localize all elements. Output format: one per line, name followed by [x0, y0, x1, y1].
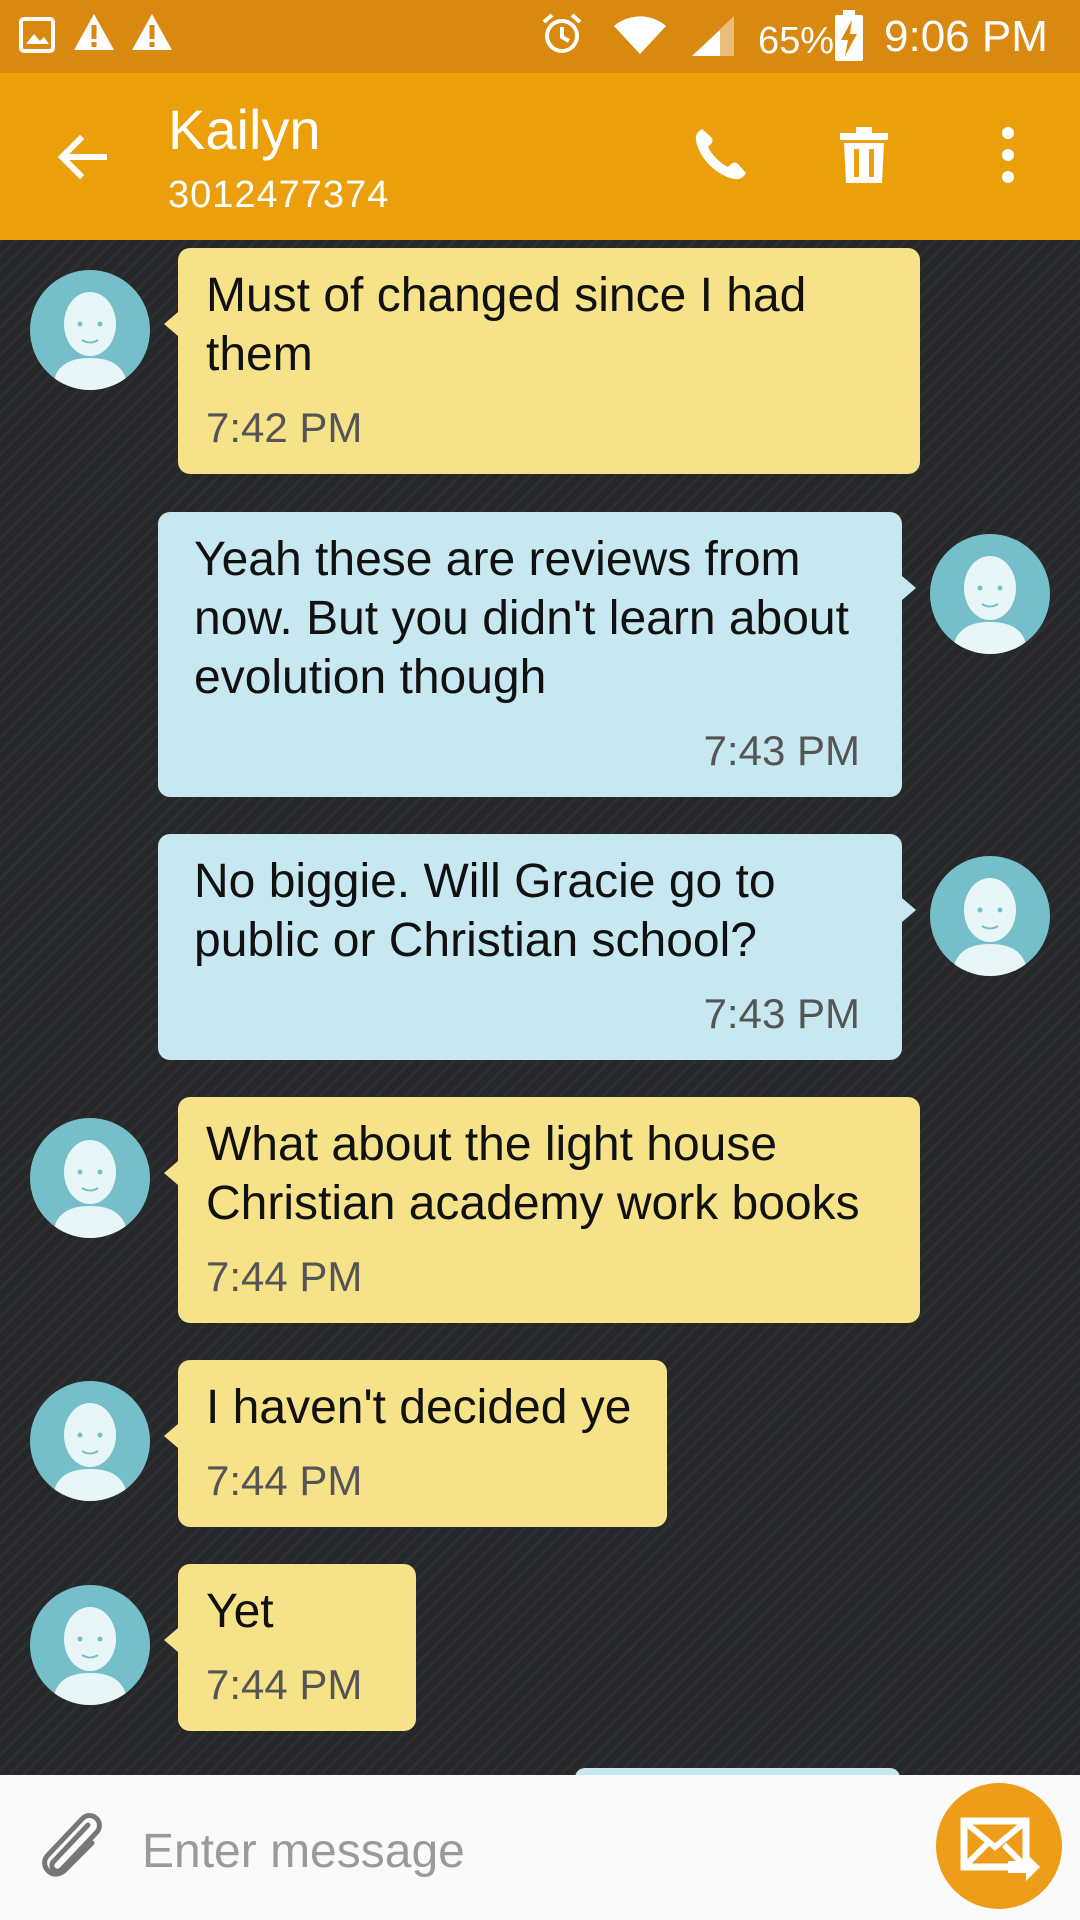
message-bubble[interactable]: I haven't decided ye 7:44 PM: [164, 1360, 667, 1527]
message-text: Must of changed since I had them: [206, 269, 807, 381]
message-text: Yeah these are reviews from now. But you…: [194, 533, 849, 704]
warning-icon: [132, 14, 172, 50]
status-time: 9:06 PM: [884, 12, 1048, 61]
status-bar: 65% 9:06 PM: [0, 0, 1080, 73]
gallery-icon: [19, 17, 55, 53]
signal-icon: [692, 16, 734, 56]
person-icon: [52, 1607, 128, 1705]
person-icon: [52, 1403, 128, 1501]
battery-charging-icon: [835, 10, 863, 61]
person-icon: [52, 1140, 128, 1238]
my-avatar[interactable]: [930, 856, 1050, 976]
contact-avatar[interactable]: [30, 1585, 150, 1705]
message-bubble[interactable]: Yet 7:44 PM: [164, 1564, 416, 1731]
contact-number: 3012477374: [168, 174, 390, 216]
message-bubble[interactable]: Yeah these are reviews from now. But you…: [158, 512, 916, 797]
message-time: 7:44 PM: [206, 1253, 363, 1300]
more-vert-icon[interactable]: [976, 123, 1040, 187]
message-text: What about the light house Christian aca…: [206, 1118, 860, 1230]
alarm-icon: [542, 13, 582, 53]
warning-icon: [74, 14, 114, 50]
trash-icon[interactable]: [832, 123, 896, 187]
message-time: 7:43 PM: [703, 727, 860, 774]
message-time: 7:44 PM: [206, 1661, 363, 1708]
contact-avatar[interactable]: [30, 1381, 150, 1501]
my-avatar[interactable]: [930, 534, 1050, 654]
attach-icon[interactable]: [30, 1805, 114, 1889]
message-bubble[interactable]: What about the light house Christian aca…: [164, 1097, 920, 1323]
app-bar: Kailyn 3012477374: [0, 73, 1080, 240]
back-arrow-icon[interactable]: [54, 129, 110, 185]
contact-avatar[interactable]: [30, 270, 150, 390]
message-text: Yet: [206, 1585, 274, 1638]
contact-name: Kailyn: [168, 98, 321, 161]
send-icon: [960, 1817, 1040, 1881]
message-text: No biggie. Will Gracie go to public or C…: [194, 855, 776, 967]
message-bubble[interactable]: No biggie. Will Gracie go to public or C…: [158, 834, 916, 1060]
person-icon: [52, 292, 128, 390]
message-time: 7:44 PM: [206, 1457, 363, 1504]
message-composer: [0, 1775, 1080, 1920]
message-time: 7:42 PM: [206, 404, 363, 451]
contact-avatar[interactable]: [30, 1118, 150, 1238]
message-bubble[interactable]: Must of changed since I had them 7:42 PM: [164, 248, 920, 474]
battery-percent: 65%: [758, 20, 835, 62]
wifi-icon: [614, 16, 666, 54]
person-icon: [952, 878, 1028, 976]
message-time: 7:43 PM: [703, 990, 860, 1037]
message-text: I haven't decided ye: [206, 1381, 632, 1434]
send-button[interactable]: [936, 1783, 1062, 1909]
message-thread[interactable]: Must of changed since I had them 7:42 PM…: [0, 240, 1080, 1775]
phone-icon[interactable]: [688, 123, 752, 187]
person-icon: [952, 556, 1028, 654]
message-input[interactable]: [140, 1815, 904, 1887]
